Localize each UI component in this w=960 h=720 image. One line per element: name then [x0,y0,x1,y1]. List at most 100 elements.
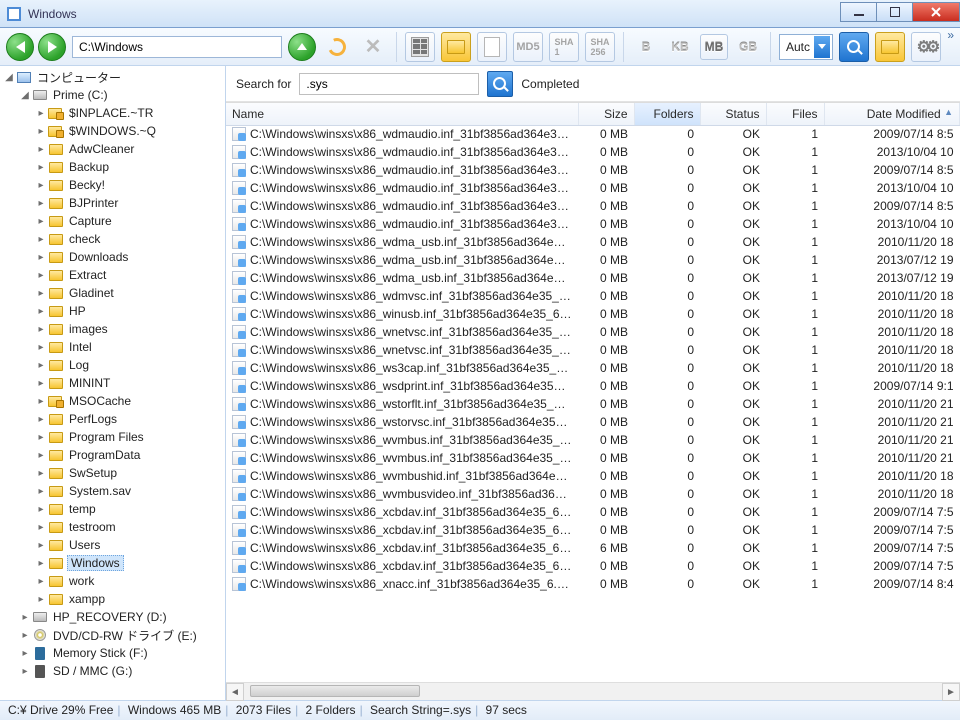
tree-twisty[interactable]: ▸ [34,108,48,119]
toolbar-overflow-button[interactable]: » [947,28,954,42]
tree-twisty[interactable]: ▸ [18,630,32,641]
tree-twisty[interactable]: ▸ [34,540,48,551]
tree-drive[interactable]: ▸Memory Stick (F:) [0,644,225,662]
tree-folder[interactable]: ▸HP [0,302,225,320]
tree-twisty[interactable]: ▸ [18,666,32,677]
table-row[interactable]: C:\Windows\winsxs\x86_wnetvsc.inf_31bf38… [226,341,960,359]
tree-twisty[interactable]: ◢ [2,72,16,83]
folder-button[interactable] [441,32,471,62]
maximize-button[interactable] [876,2,912,22]
tree-folder[interactable]: ▸Becky! [0,176,225,194]
table-row[interactable]: C:\Windows\winsxs\x86_wdma_usb.inf_31bf3… [226,251,960,269]
table-row[interactable]: C:\Windows\winsxs\x86_xcbdav.inf_31bf385… [226,539,960,557]
nav-forward-button[interactable] [38,33,66,61]
tree-drive-c[interactable]: ◢Prime (C:) [0,86,225,104]
tree-twisty[interactable]: ▸ [34,360,48,371]
tree-twisty[interactable]: ▸ [18,648,32,659]
sort-dropdown[interactable]: Autc [779,34,833,60]
tree-twisty[interactable]: ▸ [34,234,48,245]
unit-mb-button[interactable]: MB [700,34,728,60]
table-row[interactable]: C:\Windows\winsxs\x86_wvmbusvideo.inf_31… [226,485,960,503]
search-input[interactable] [299,73,479,95]
tree-twisty[interactable]: ▸ [34,162,48,173]
tree-folder[interactable]: ▸Capture [0,212,225,230]
tree-twisty[interactable]: ▸ [34,396,48,407]
tree-folder[interactable]: ▸Users [0,536,225,554]
tree-folder[interactable]: ▸$WINDOWS.~Q [0,122,225,140]
tree-twisty[interactable]: ▸ [34,558,48,569]
calculator-button[interactable] [405,32,435,62]
col-folders[interactable]: Folders [634,103,700,125]
results-table[interactable]: Name Size Folders Status Files Date Modi… [226,102,960,682]
minimize-button[interactable] [840,2,876,22]
unit-b-button[interactable]: B [632,34,660,60]
tree-folder[interactable]: ▸ProgramData [0,446,225,464]
tree-folder[interactable]: ▸Gladinet [0,284,225,302]
tree-root-computer[interactable]: ◢コンピューター [0,68,225,86]
tree-drive[interactable]: ▸HP_RECOVERY (D:) [0,608,225,626]
tree-folder[interactable]: ▸Extract [0,266,225,284]
tree-folder[interactable]: ▸SwSetup [0,464,225,482]
scroll-left-button[interactable]: ◄ [226,683,244,701]
tree-twisty[interactable]: ◢ [18,90,32,101]
table-row[interactable]: C:\Windows\winsxs\x86_winusb.inf_31bf385… [226,305,960,323]
table-row[interactable]: C:\Windows\winsxs\x86_wvmbus.inf_31bf385… [226,431,960,449]
tree-twisty[interactable]: ▸ [34,126,48,137]
tree-twisty[interactable]: ▸ [34,342,48,353]
unit-gb-button[interactable]: GB [734,34,762,60]
hash-sha256-button[interactable]: SHA 256 [585,32,615,62]
address-input[interactable] [72,36,282,58]
tree-folder[interactable]: ▸work [0,572,225,590]
tree-twisty[interactable]: ▸ [34,432,48,443]
refresh-button[interactable] [322,32,352,62]
table-row[interactable]: C:\Windows\winsxs\x86_xnacc.inf_31bf3856… [226,575,960,593]
nav-up-button[interactable] [288,33,316,61]
table-row[interactable]: C:\Windows\winsxs\x86_wvmbus.inf_31bf385… [226,449,960,467]
tree-twisty[interactable]: ▸ [34,216,48,227]
tree-twisty[interactable]: ▸ [34,180,48,191]
search-go-button[interactable] [487,71,513,97]
unit-kb-button[interactable]: KB [666,34,694,60]
new-file-button[interactable] [477,32,507,62]
table-row[interactable]: C:\Windows\winsxs\x86_wstorvsc.inf_31bf3… [226,413,960,431]
tree-folder[interactable]: ▸Downloads [0,248,225,266]
table-row[interactable]: C:\Windows\winsxs\x86_wdmaudio.inf_31bf3… [226,161,960,179]
tree-folder[interactable]: ▸MININT [0,374,225,392]
tree-drive[interactable]: ▸DVD/CD-RW ドライブ (E:) [0,626,225,644]
horizontal-scrollbar[interactable]: ◄ ► [226,682,960,700]
open-folder-button[interactable] [875,32,905,62]
tree-twisty[interactable]: ▸ [34,324,48,335]
hash-sha1-button[interactable]: SHA 1 [549,32,579,62]
tree-twisty[interactable]: ▸ [34,198,48,209]
tree-twisty[interactable]: ▸ [34,378,48,389]
tree-twisty[interactable]: ▸ [34,468,48,479]
tree-folder[interactable]: ▸Log [0,356,225,374]
search-button[interactable] [839,32,869,62]
tree-folder[interactable]: ▸System.sav [0,482,225,500]
tree-twisty[interactable]: ▸ [34,450,48,461]
tree-twisty[interactable]: ▸ [34,414,48,425]
col-date[interactable]: Date Modified ▲ [824,103,960,125]
tree-twisty[interactable]: ▸ [34,486,48,497]
table-row[interactable]: C:\Windows\winsxs\x86_wdmvsc.inf_31bf385… [226,287,960,305]
tree-folder[interactable]: ▸BJPrinter [0,194,225,212]
table-row[interactable]: C:\Windows\winsxs\x86_wdmaudio.inf_31bf3… [226,179,960,197]
col-files[interactable]: Files [766,103,824,125]
table-row[interactable]: C:\Windows\winsxs\x86_wvmbushid.inf_31bf… [226,467,960,485]
table-row[interactable]: C:\Windows\winsxs\x86_wdma_usb.inf_31bf3… [226,269,960,287]
tree-drive[interactable]: ▸SD / MMC (G:) [0,662,225,680]
table-row[interactable]: C:\Windows\winsxs\x86_wdmaudio.inf_31bf3… [226,125,960,143]
nav-back-button[interactable] [6,33,34,61]
tree-folder[interactable]: ▸temp [0,500,225,518]
tree-folder[interactable]: ▸testroom [0,518,225,536]
tree-folder[interactable]: ▸images [0,320,225,338]
col-name[interactable]: Name [226,103,578,125]
tree-folder[interactable]: ▸Program Files [0,428,225,446]
table-row[interactable]: C:\Windows\winsxs\x86_wdmaudio.inf_31bf3… [226,197,960,215]
table-row[interactable]: C:\Windows\winsxs\x86_wstorflt.inf_31bf3… [226,395,960,413]
tree-folder[interactable]: ▸Backup [0,158,225,176]
tree-folder[interactable]: ▸xampp [0,590,225,608]
table-row[interactable]: C:\Windows\winsxs\x86_xcbdav.inf_31bf385… [226,503,960,521]
tree-folder[interactable]: ▸$INPLACE.~TR [0,104,225,122]
table-row[interactable]: C:\Windows\winsxs\x86_wdmaudio.inf_31bf3… [226,215,960,233]
